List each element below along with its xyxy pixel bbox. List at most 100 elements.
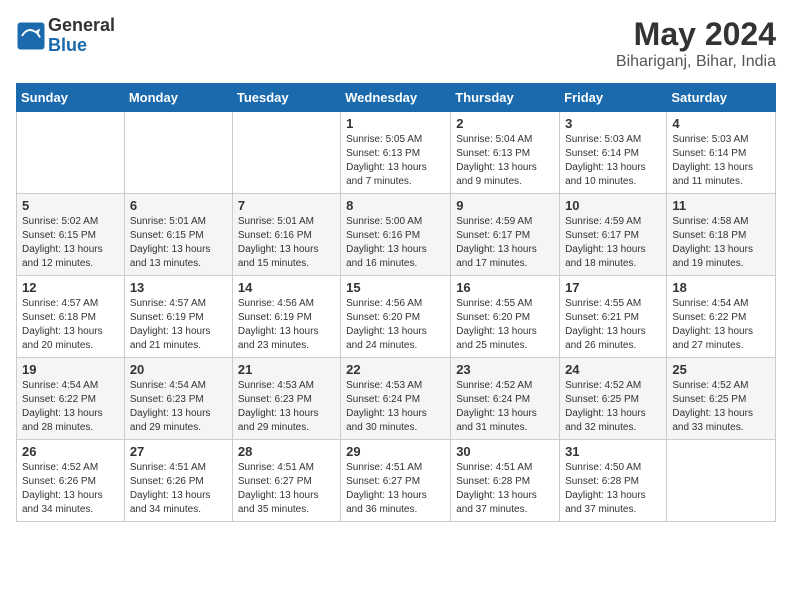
calendar-cell: 29 Sunrise: 4:51 AMSunset: 6:27 PMDayligh… [341,440,451,522]
day-number: 3 [565,116,661,131]
calendar-cell: 14Sunrise: 4:56 AMSunset: 6:19 PMDayligh… [232,276,340,358]
day-number: 16 [456,280,554,295]
calendar-week-row: 12Sunrise: 4:57 AMSunset: 6:18 PMDayligh… [17,276,776,358]
calendar-location: Bihariganj, Bihar, India [616,53,776,71]
calendar-cell: 6 Sunrise: 5:01 AMSunset: 6:15 PMDaylight… [124,194,232,276]
day-number: 2 [456,116,554,131]
day-info: Sunrise: 4:59 AMSunset: 6:17 PMDaylight:… [565,215,661,271]
calendar-cell: 10 Sunrise: 4:59 AMSunset: 6:17 PMDayligh… [560,194,667,276]
day-info: Sunrise: 4:58 AMSunset: 6:18 PMDaylight:… [672,215,770,271]
calendar-cell: 26 Sunrise: 4:52 AMSunset: 6:26 PMDayligh… [17,440,125,522]
logo-icon [16,21,46,51]
day-number: 27 [130,444,227,459]
logo: General Blue [16,16,115,56]
day-number: 26 [22,444,119,459]
calendar-week-row: 26 Sunrise: 4:52 AMSunset: 6:26 PMDayligh… [17,440,776,522]
day-number: 25 [672,362,770,377]
calendar-title: May 2024 [616,16,776,53]
day-number: 6 [130,198,227,213]
day-info: Sunrise: 4:54 AMSunset: 6:23 PMDaylight:… [130,379,227,435]
calendar-cell: 24Sunrise: 4:52 AMSunset: 6:25 PMDayligh… [560,358,667,440]
day-info: Sunrise: 4:55 AMSunset: 6:20 PMDaylight:… [456,297,554,353]
calendar-cell: 8 Sunrise: 5:00 AMSunset: 6:16 PMDaylight… [341,194,451,276]
day-number: 17 [565,280,661,295]
calendar-cell: 31Sunrise: 4:50 AMSunset: 6:28 PMDayligh… [560,440,667,522]
logo-text: General Blue [48,16,115,56]
day-info: Sunrise: 5:00 AMSunset: 6:16 PMDaylight:… [346,215,445,271]
day-info: Sunrise: 4:53 AMSunset: 6:23 PMDaylight:… [238,379,335,435]
logo-general: General [48,16,115,36]
day-info: Sunrise: 4:52 AMSunset: 6:26 PMDaylight:… [22,461,119,517]
day-info: Sunrise: 4:51 AMSunset: 6:27 PMDaylight:… [238,461,335,517]
logo-blue: Blue [48,36,115,56]
weekday-header: Friday [560,84,667,112]
day-info: Sunrise: 5:04 AMSunset: 6:13 PMDaylight:… [456,133,554,189]
day-info: Sunrise: 4:51 AMSunset: 6:28 PMDaylight:… [456,461,554,517]
calendar-cell [124,112,232,194]
calendar-cell: 19 Sunrise: 4:54 AMSunset: 6:22 PMDayligh… [17,358,125,440]
calendar-cell: 12Sunrise: 4:57 AMSunset: 6:18 PMDayligh… [17,276,125,358]
day-info: Sunrise: 5:01 AMSunset: 6:15 PMDaylight:… [130,215,227,271]
calendar-cell [17,112,125,194]
day-info: Sunrise: 4:52 AMSunset: 6:25 PMDaylight:… [672,379,770,435]
day-number: 21 [238,362,335,377]
day-info: Sunrise: 4:50 AMSunset: 6:28 PMDaylight:… [565,461,661,517]
day-info: Sunrise: 4:55 AMSunset: 6:21 PMDaylight:… [565,297,661,353]
weekday-header-row: SundayMondayTuesdayWednesdayThursdayFrid… [17,84,776,112]
day-number: 29 [346,444,445,459]
calendar-week-row: 19 Sunrise: 4:54 AMSunset: 6:22 PMDayligh… [17,358,776,440]
calendar-table: SundayMondayTuesdayWednesdayThursdayFrid… [16,83,776,522]
day-number: 1 [346,116,445,131]
day-number: 8 [346,198,445,213]
calendar-cell: 22 Sunrise: 4:53 AMSunset: 6:24 PMDayligh… [341,358,451,440]
calendar-cell: 25 Sunrise: 4:52 AMSunset: 6:25 PMDayligh… [667,358,776,440]
calendar-cell: 3Sunrise: 5:03 AMSunset: 6:14 PMDaylight… [560,112,667,194]
day-info: Sunrise: 4:59 AMSunset: 6:17 PMDaylight:… [456,215,554,271]
calendar-cell: 11Sunrise: 4:58 AMSunset: 6:18 PMDayligh… [667,194,776,276]
day-info: Sunrise: 4:53 AMSunset: 6:24 PMDaylight:… [346,379,445,435]
day-number: 20 [130,362,227,377]
day-number: 4 [672,116,770,131]
day-number: 12 [22,280,119,295]
title-block: May 2024 Bihariganj, Bihar, India [616,16,776,71]
day-number: 30 [456,444,554,459]
weekday-header: Monday [124,84,232,112]
day-info: Sunrise: 5:02 AMSunset: 6:15 PMDaylight:… [22,215,119,271]
calendar-week-row: 5Sunrise: 5:02 AMSunset: 6:15 PMDaylight… [17,194,776,276]
day-info: Sunrise: 4:56 AMSunset: 6:19 PMDaylight:… [238,297,335,353]
day-info: Sunrise: 4:51 AMSunset: 6:27 PMDaylight:… [346,461,445,517]
calendar-cell: 5Sunrise: 5:02 AMSunset: 6:15 PMDaylight… [17,194,125,276]
calendar-cell: 18 Sunrise: 4:54 AMSunset: 6:22 PMDayligh… [667,276,776,358]
weekday-header: Wednesday [341,84,451,112]
day-number: 22 [346,362,445,377]
calendar-cell: 15 Sunrise: 4:56 AMSunset: 6:20 PMDayligh… [341,276,451,358]
day-info: Sunrise: 4:56 AMSunset: 6:20 PMDaylight:… [346,297,445,353]
calendar-cell: 2 Sunrise: 5:04 AMSunset: 6:13 PMDaylight… [451,112,560,194]
day-number: 13 [130,280,227,295]
calendar-cell: 4Sunrise: 5:03 AMSunset: 6:14 PMDaylight… [667,112,776,194]
day-info: Sunrise: 4:57 AMSunset: 6:19 PMDaylight:… [130,297,227,353]
day-number: 15 [346,280,445,295]
day-info: Sunrise: 4:54 AMSunset: 6:22 PMDaylight:… [672,297,770,353]
day-info: Sunrise: 4:52 AMSunset: 6:24 PMDaylight:… [456,379,554,435]
day-info: Sunrise: 5:01 AMSunset: 6:16 PMDaylight:… [238,215,335,271]
day-info: Sunrise: 4:54 AMSunset: 6:22 PMDaylight:… [22,379,119,435]
weekday-header: Sunday [17,84,125,112]
day-number: 19 [22,362,119,377]
calendar-cell: 16 Sunrise: 4:55 AMSunset: 6:20 PMDayligh… [451,276,560,358]
weekday-header: Tuesday [232,84,340,112]
day-number: 10 [565,198,661,213]
calendar-cell [232,112,340,194]
calendar-cell [667,440,776,522]
calendar-cell: 21 Sunrise: 4:53 AMSunset: 6:23 PMDayligh… [232,358,340,440]
calendar-cell: 13 Sunrise: 4:57 AMSunset: 6:19 PMDayligh… [124,276,232,358]
calendar-cell: 30 Sunrise: 4:51 AMSunset: 6:28 PMDayligh… [451,440,560,522]
day-info: Sunrise: 5:05 AMSunset: 6:13 PMDaylight:… [346,133,445,189]
day-info: Sunrise: 4:52 AMSunset: 6:25 PMDaylight:… [565,379,661,435]
calendar-cell: 17 Sunrise: 4:55 AMSunset: 6:21 PMDayligh… [560,276,667,358]
calendar-cell: 9 Sunrise: 4:59 AMSunset: 6:17 PMDaylight… [451,194,560,276]
day-number: 9 [456,198,554,213]
day-number: 18 [672,280,770,295]
weekday-header: Saturday [667,84,776,112]
day-number: 23 [456,362,554,377]
